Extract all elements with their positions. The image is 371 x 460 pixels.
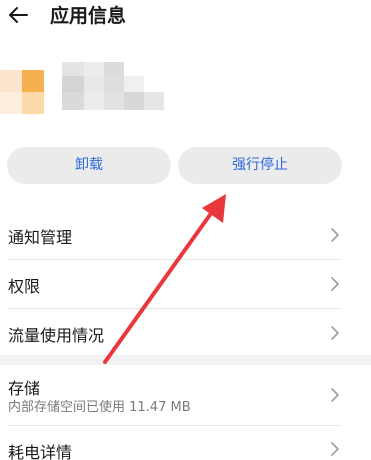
app-info-screen: 应用信息 卸载 强行停止 通知管理 权限 流量使用情况 存储 内部存储空间已使用… xyxy=(0,0,371,460)
chevron-right-icon xyxy=(331,388,339,402)
power-label: 耗电详情 xyxy=(8,443,73,460)
settings-item-notifications[interactable]: 通知管理 xyxy=(0,212,371,259)
settings-item-permissions[interactable]: 权限 xyxy=(0,260,371,308)
chevron-right-icon xyxy=(331,326,339,340)
section-separator xyxy=(0,355,371,365)
settings-item-label: 流量使用情况 xyxy=(8,326,105,345)
app-icon xyxy=(0,70,44,114)
storage-detail: 内部存储空间已使用 11.47 MB xyxy=(8,400,191,415)
settings-item-data-usage[interactable]: 流量使用情况 xyxy=(0,309,371,355)
arrow-left-icon[interactable] xyxy=(6,3,30,27)
chevron-right-icon xyxy=(331,442,339,456)
settings-item-power-usage[interactable]: 耗电详情 xyxy=(0,426,371,460)
force-stop-button[interactable]: 强行停止 xyxy=(178,147,342,184)
page-title: 应用信息 xyxy=(50,5,127,27)
app-name-redacted xyxy=(62,62,164,110)
chevron-right-icon xyxy=(331,228,339,242)
uninstall-button[interactable]: 卸载 xyxy=(7,147,171,184)
settings-item-label: 通知管理 xyxy=(8,228,73,247)
settings-item-label: 权限 xyxy=(8,277,41,296)
header: 应用信息 xyxy=(0,0,371,34)
chevron-right-icon xyxy=(331,277,339,291)
settings-item-storage[interactable]: 存储 内部存储空间已使用 11.47 MB xyxy=(0,365,371,425)
